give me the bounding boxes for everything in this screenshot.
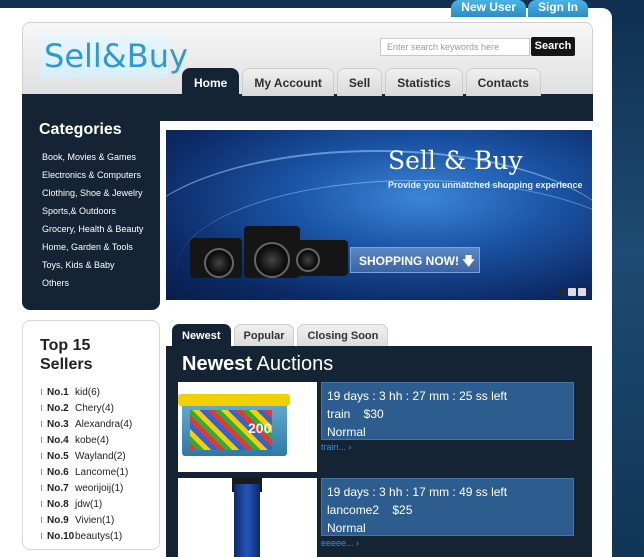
auction-thumbnail[interactable]: 200 bbox=[178, 382, 317, 472]
slider-dot[interactable] bbox=[558, 288, 566, 296]
account-links: New User Sign In bbox=[451, 0, 588, 17]
seller-row: No.8 jdw(1) bbox=[41, 497, 132, 513]
top-sellers-list: No.1 kid(6) No.2 Chery(4) No.3 Alexandra(4)… bbox=[41, 385, 132, 545]
auction-tabs: Newest Popular Closing Soon bbox=[172, 324, 389, 346]
category-link[interactable]: Book, Movies & Games bbox=[42, 152, 154, 162]
site-logo[interactable]: Sell&Buy bbox=[40, 34, 188, 78]
new-user-link[interactable]: New User bbox=[451, 0, 526, 17]
auction-time-left: 19 days : 3 hh : 27 mm : 25 ss left bbox=[327, 389, 508, 403]
seller-row: No.5 Wayland(2) bbox=[41, 449, 132, 465]
nav-statistics[interactable]: Statistics bbox=[385, 68, 463, 96]
auction-details[interactable]: 19 days : 3 hh : 17 mm : 49 ss left lanc… bbox=[321, 478, 574, 536]
seller-name[interactable]: Vivien(1) bbox=[75, 515, 114, 526]
promo-banner: Sell & Buy Provide you unmatched shoppin… bbox=[166, 130, 592, 300]
seller-row: No.4 kobe(4) bbox=[41, 433, 132, 449]
category-link[interactable]: Grocery, Health & Beauty bbox=[42, 224, 154, 234]
slider-dots bbox=[558, 288, 586, 296]
banner-title: Sell & Buy bbox=[388, 146, 523, 175]
category-link[interactable]: Electronics & Computers bbox=[42, 170, 154, 180]
seller-row: No.6 Lancome(1) bbox=[41, 465, 132, 481]
nav-sell[interactable]: Sell bbox=[336, 68, 383, 96]
seller-row: No.7 weorijoij(1) bbox=[41, 481, 132, 497]
tab-closing-soon[interactable]: Closing Soon bbox=[297, 324, 389, 346]
auctions-panel: Newest Auctions 200 19 days : 3 hh : 27 … bbox=[166, 346, 592, 557]
tab-popular[interactable]: Popular bbox=[233, 324, 295, 346]
auctions-title: Newest Auctions bbox=[182, 353, 334, 375]
camera-lens bbox=[296, 248, 320, 272]
main-nav: Home My Account Sell Statistics Contacts bbox=[182, 68, 541, 96]
category-link[interactable]: Others bbox=[42, 278, 154, 288]
slider-dot[interactable] bbox=[578, 288, 586, 296]
auction-details[interactable]: 19 days : 3 hh : 27 mm : 25 ss left trai… bbox=[321, 382, 574, 440]
camera-lens bbox=[204, 248, 234, 278]
nav-home[interactable]: Home bbox=[182, 68, 240, 96]
search-input[interactable]: Enter search keywords here bbox=[380, 38, 530, 56]
auction-link[interactable]: train... › bbox=[321, 442, 352, 452]
top-sellers-panel: Top 15 Sellers No.1 kid(6) No.2 Chery(4) N… bbox=[22, 320, 160, 550]
auction-name-price: lancome2 $25 bbox=[327, 503, 413, 517]
camcorder-image bbox=[294, 240, 348, 276]
seller-row: No.1 kid(6) bbox=[41, 385, 132, 401]
perfume-bottle-image bbox=[234, 484, 260, 557]
toy-box-lid bbox=[178, 394, 290, 406]
seller-name[interactable]: Lancome(1) bbox=[75, 467, 128, 478]
auction-thumbnail[interactable] bbox=[178, 478, 317, 557]
slider-dot[interactable] bbox=[568, 288, 576, 296]
seller-name[interactable]: jdw(1) bbox=[75, 499, 102, 510]
auction-link[interactable]: eeeee... › bbox=[321, 538, 359, 548]
auction-time-left: 19 days : 3 hh : 17 mm : 49 ss left bbox=[327, 485, 508, 499]
sign-in-link[interactable]: Sign In bbox=[528, 0, 588, 17]
categories-title: Categories bbox=[39, 121, 122, 138]
seller-name[interactable]: weorijoij(1) bbox=[75, 483, 123, 494]
seller-name[interactable]: Chery(4) bbox=[75, 403, 114, 414]
seller-row: No.2 Chery(4) bbox=[41, 401, 132, 417]
toy-box-number: 200 bbox=[248, 420, 272, 436]
nav-strip bbox=[22, 94, 593, 121]
auction-condition: Normal bbox=[327, 425, 366, 439]
banner-subtitle: Provide you unmatched shopping experienc… bbox=[388, 180, 583, 190]
category-link[interactable]: Sports,& Outdoors bbox=[42, 206, 154, 216]
top-sellers-title: Top 15 Sellers bbox=[40, 337, 93, 373]
seller-name[interactable]: kid(6) bbox=[75, 387, 100, 398]
categories-list: Book, Movies & Games Electronics & Compu… bbox=[42, 152, 154, 296]
seller-name[interactable]: Wayland(2) bbox=[75, 451, 126, 462]
seller-row: No.3 Alexandra(4) bbox=[41, 417, 132, 433]
shopping-now-button[interactable]: SHOPPING NOW! 🡇 bbox=[350, 247, 480, 273]
nav-contacts[interactable]: Contacts bbox=[465, 68, 541, 96]
seller-name[interactable]: kobe(4) bbox=[75, 435, 109, 446]
category-link[interactable]: Clothing, Shoe & Jewelry bbox=[42, 188, 154, 198]
tab-newest[interactable]: Newest bbox=[172, 324, 231, 346]
seller-name[interactable]: beautys(1) bbox=[75, 531, 122, 542]
category-link[interactable]: Toys, Kids & Baby bbox=[42, 260, 154, 270]
camera-image bbox=[244, 226, 300, 278]
nav-my-account[interactable]: My Account bbox=[242, 68, 334, 96]
auction-condition: Normal bbox=[327, 521, 366, 535]
seller-row: No.10beautys(1) bbox=[41, 529, 132, 545]
category-link[interactable]: Home, Garden & Tools bbox=[42, 242, 154, 252]
search-button[interactable]: Search bbox=[531, 37, 575, 56]
camera-lens bbox=[254, 242, 290, 278]
categories-panel: Categories Book, Movies & Games Electron… bbox=[22, 121, 160, 310]
seller-name[interactable]: Alexandra(4) bbox=[75, 419, 132, 430]
seller-row: No.9 Vivien(1) bbox=[41, 513, 132, 529]
camera-image bbox=[190, 238, 242, 278]
auction-name-price: train $30 bbox=[327, 407, 384, 421]
